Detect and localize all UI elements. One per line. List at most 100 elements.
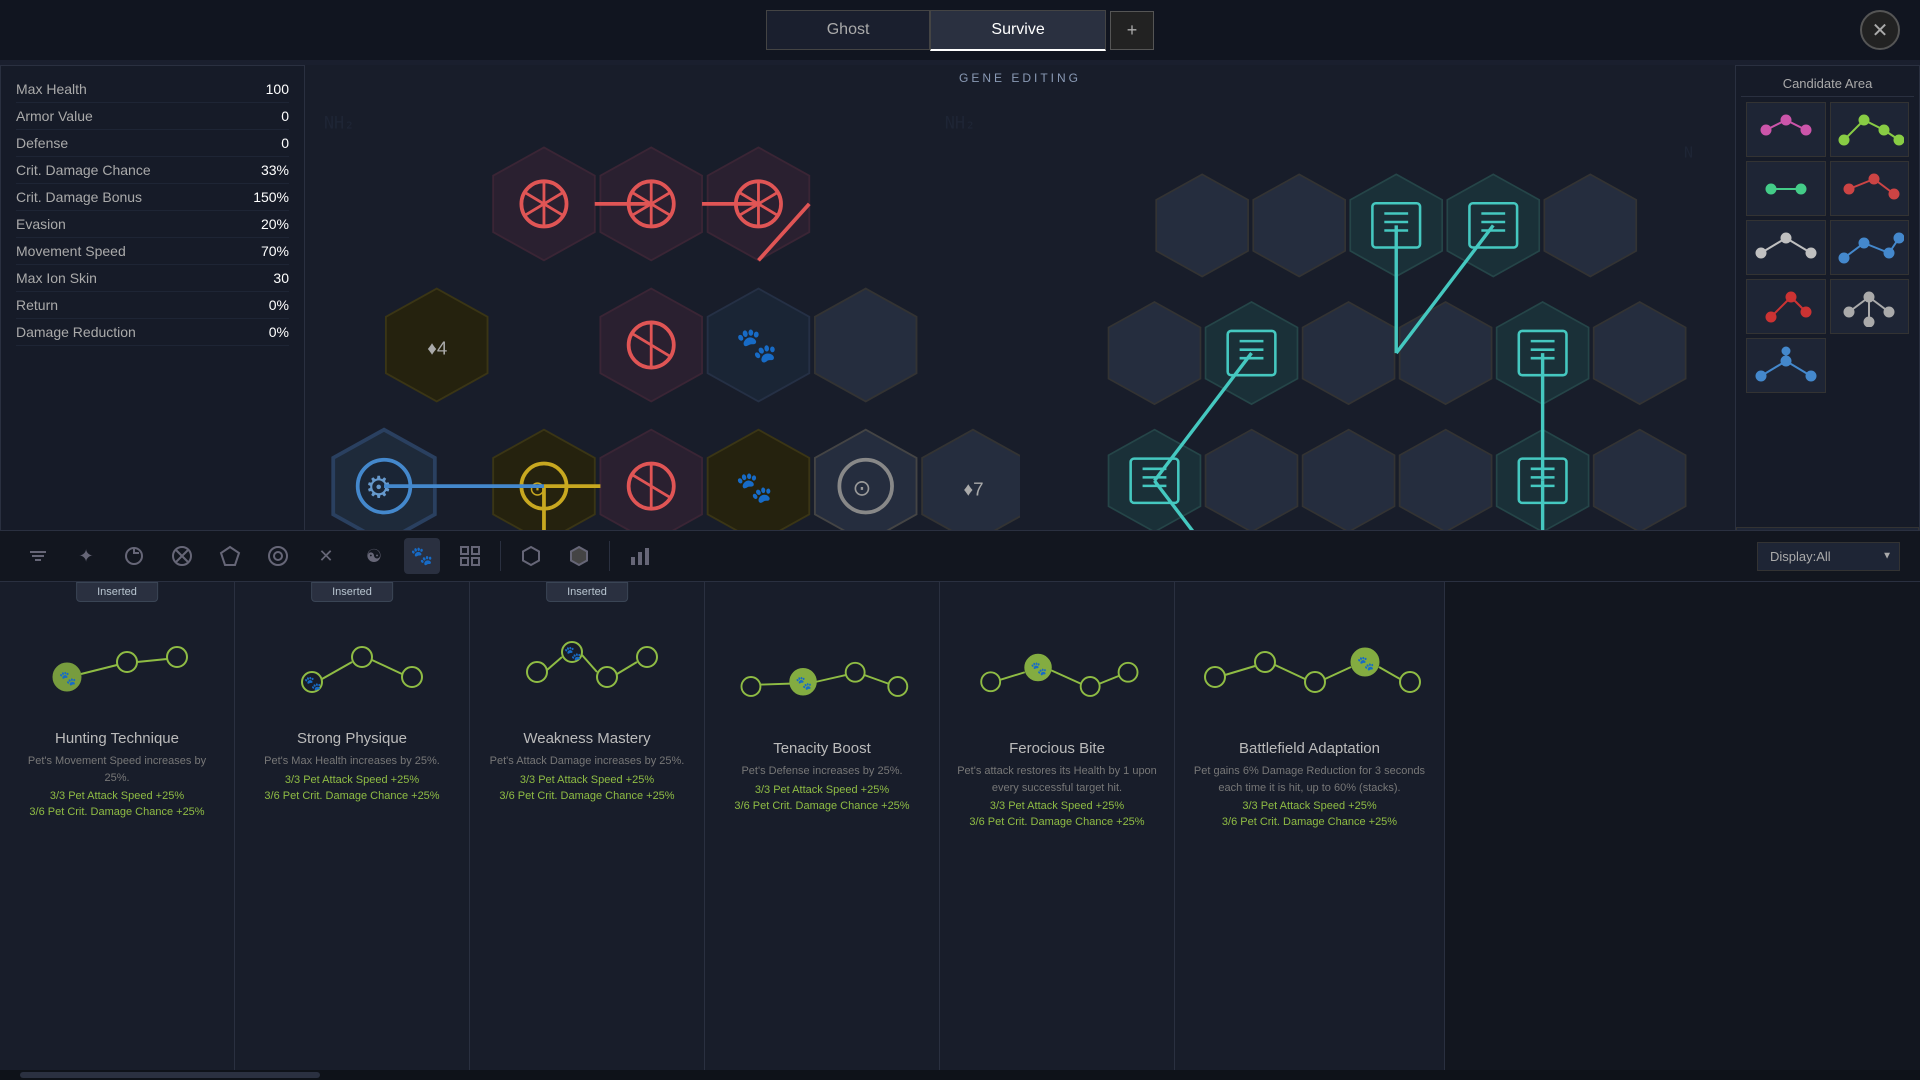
filter-bar-chart-icon[interactable] xyxy=(622,538,658,574)
candidate-area: Candidate Area xyxy=(1735,65,1920,560)
tab-add-button[interactable]: + xyxy=(1110,11,1155,50)
stat-ion-skin-label: Max Ion Skin xyxy=(16,270,97,286)
candidate-grid xyxy=(1741,97,1914,398)
card-inserted-badge-2: Inserted xyxy=(311,582,393,602)
candidate-item-4[interactable] xyxy=(1830,161,1910,216)
stat-return-label: Return xyxy=(16,297,58,313)
card-bonus1-6: 3/3 Pet Attack Speed +25% xyxy=(1242,800,1376,812)
card-bonus1-5: 3/3 Pet Attack Speed +25% xyxy=(990,800,1124,812)
card-title-2: Strong Physique xyxy=(297,730,407,747)
svg-text:🐾: 🐾 xyxy=(304,675,321,692)
stat-armor: Armor Value 0 xyxy=(16,103,289,130)
card-strong-physique[interactable]: Inserted 🐾 Strong Physique Pet's Max Hea… xyxy=(235,582,470,1080)
svg-text:NH₂: NH₂ xyxy=(945,113,976,133)
tab-survive[interactable]: Survive xyxy=(930,10,1105,51)
svg-text:N: N xyxy=(1684,143,1693,161)
card-desc-5: Pet's attack restores its Health by 1 up… xyxy=(955,763,1159,796)
filter-cycle-icon[interactable] xyxy=(116,538,152,574)
card-visual-4: 🐾 xyxy=(732,622,912,732)
card-visual-2: 🐾 xyxy=(262,612,442,722)
card-visual-1: 🐾 xyxy=(27,612,207,722)
stat-move-speed-label: Movement Speed xyxy=(16,243,126,259)
svg-text:♦7: ♦7 xyxy=(964,479,984,500)
card-bonus1-1: 3/3 Pet Attack Speed +25% xyxy=(50,790,184,802)
filter-gem-icon[interactable] xyxy=(212,538,248,574)
stat-return: Return 0% xyxy=(16,292,289,319)
svg-text:♦4: ♦4 xyxy=(427,337,447,358)
svg-text:🐾: 🐾 xyxy=(795,675,812,690)
card-tenacity-boost[interactable]: 🐾 Tenacity Boost Pet's Defense increases… xyxy=(705,582,940,1080)
card-hunting-technique[interactable]: Inserted 🐾 Hunting Technique Pet's Movem… xyxy=(0,582,235,1080)
card-desc-1: Pet's Movement Speed increases by 25%. xyxy=(15,753,219,786)
candidate-item-2[interactable] xyxy=(1830,102,1910,157)
filter-separator xyxy=(500,541,501,571)
candidate-title: Candidate Area xyxy=(1741,71,1914,97)
candidate-item-6[interactable] xyxy=(1830,220,1910,275)
horizontal-scrollbar[interactable] xyxy=(0,1070,1920,1080)
stat-crit-bonus-value: 150% xyxy=(253,189,289,205)
card-title-1: Hunting Technique xyxy=(55,730,179,747)
filter-star-icon[interactable]: ✦ xyxy=(68,538,104,574)
card-bonus2-5: 3/6 Pet Crit. Damage Chance +25% xyxy=(969,816,1144,828)
card-visual-6: 🐾 xyxy=(1195,622,1425,732)
stat-evasion-value: 20% xyxy=(261,216,289,232)
stat-crit-bonus-label: Crit. Damage Bonus xyxy=(16,189,142,205)
candidate-item-3[interactable] xyxy=(1746,161,1826,216)
cards-area[interactable]: Inserted 🐾 Hunting Technique Pet's Movem… xyxy=(0,582,1920,1080)
candidate-item-1[interactable] xyxy=(1746,102,1826,157)
card-desc-3: Pet's Attack Damage increases by 25%. xyxy=(490,753,685,770)
gene-label: GENE EDITING xyxy=(305,65,1735,91)
display-select-wrap: Display:All Display:Inserted Display:Ava… xyxy=(1757,542,1900,571)
card-title-3: Weakness Mastery xyxy=(523,730,650,747)
svg-text:🐾: 🐾 xyxy=(564,645,581,662)
stat-defense-label: Defense xyxy=(16,135,68,151)
svg-text:🐾: 🐾 xyxy=(736,326,778,364)
filter-circle-icon[interactable] xyxy=(260,538,296,574)
stats-panel: Max Health 100 Armor Value 0 Defense 0 C… xyxy=(0,65,305,560)
card-bonus1-4: 3/3 Pet Attack Speed +25% xyxy=(755,784,889,796)
filter-cross-icon[interactable] xyxy=(164,538,200,574)
card-bonus2-1: 3/6 Pet Crit. Damage Chance +25% xyxy=(29,806,204,818)
card-bonus2-2: 3/6 Pet Crit. Damage Chance +25% xyxy=(264,790,439,802)
filter-paw-icon[interactable]: 🐾 xyxy=(404,538,440,574)
card-bonus2-6: 3/6 Pet Crit. Damage Chance +25% xyxy=(1222,816,1397,828)
close-button[interactable]: ✕ xyxy=(1860,10,1900,50)
card-inserted-badge-1: Inserted xyxy=(76,582,158,602)
stat-ion-skin-value: 30 xyxy=(273,270,289,286)
card-ferocious-bite[interactable]: 🐾 Ferocious Bite Pet's attack restores i… xyxy=(940,582,1175,1080)
filter-all-icon[interactable] xyxy=(20,538,56,574)
tab-ghost[interactable]: Ghost xyxy=(766,10,931,50)
candidate-item-8[interactable] xyxy=(1830,279,1910,334)
stat-defense: Defense 0 xyxy=(16,130,289,157)
filter-grid-icon[interactable] xyxy=(452,538,488,574)
display-select[interactable]: Display:All Display:Inserted Display:Ava… xyxy=(1757,542,1900,571)
stat-crit-bonus: Crit. Damage Bonus 150% xyxy=(16,184,289,211)
stat-crit-chance-label: Crit. Damage Chance xyxy=(16,162,151,178)
stat-max-health: Max Health 100 xyxy=(16,76,289,103)
gene-area: GENE EDITING NH₂ H₂N NH₂ xyxy=(305,65,1735,530)
card-bonus2-4: 3/6 Pet Crit. Damage Chance +25% xyxy=(734,800,909,812)
candidate-item-9[interactable] xyxy=(1746,338,1826,393)
scrollbar-thumb[interactable] xyxy=(20,1072,320,1078)
filter-hexring-icon[interactable] xyxy=(513,538,549,574)
stat-crit-chance-value: 33% xyxy=(261,162,289,178)
svg-text:🐾: 🐾 xyxy=(1030,661,1047,676)
stat-max-health-label: Max Health xyxy=(16,81,87,97)
candidate-item-5[interactable] xyxy=(1746,220,1826,275)
card-bonus2-3: 3/6 Pet Crit. Damage Chance +25% xyxy=(499,790,674,802)
svg-text:⊙: ⊙ xyxy=(853,476,872,501)
card-desc-4: Pet's Defense increases by 25%. xyxy=(741,763,902,780)
stat-dmg-reduction-value: 0% xyxy=(269,324,289,340)
stat-armor-value: 0 xyxy=(281,108,289,124)
filter-hexfill-icon[interactable] xyxy=(561,538,597,574)
card-battlefield-adaptation[interactable]: 🐾 Battlefield Adaptation Pet gains 6% Da… xyxy=(1175,582,1445,1080)
card-weakness-mastery[interactable]: Inserted 🐾 Weakness Mastery Pet's Attack… xyxy=(470,582,705,1080)
filter-yin-icon[interactable]: ☯ xyxy=(356,538,392,574)
stat-return-value: 0% xyxy=(269,297,289,313)
filter-bar: ✦ ✕ ☯ 🐾 Display:All Display:Inserted Dis… xyxy=(0,530,1920,582)
svg-text:🐾: 🐾 xyxy=(59,670,76,687)
candidate-item-7[interactable] xyxy=(1746,279,1826,334)
filter-x-icon[interactable]: ✕ xyxy=(308,538,344,574)
stat-max-health-value: 100 xyxy=(266,81,289,97)
stat-ion-skin: Max Ion Skin 30 xyxy=(16,265,289,292)
